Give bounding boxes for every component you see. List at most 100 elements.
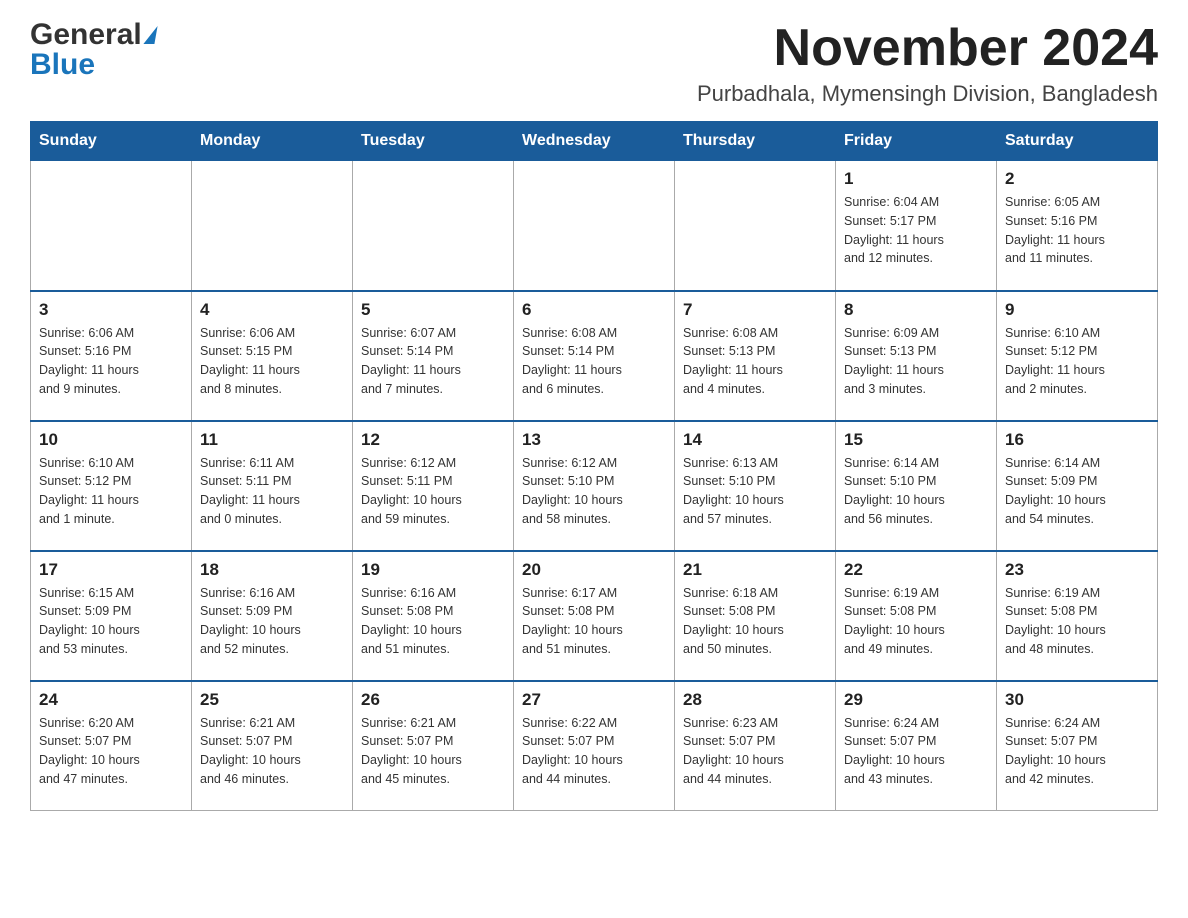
day-info: Sunrise: 6:20 AM Sunset: 5:07 PM Dayligh… [39, 714, 183, 789]
header: General Blue November 2024 Purbadhala, M… [30, 20, 1158, 107]
day-number: 24 [39, 690, 183, 710]
calendar-cell: 4Sunrise: 6:06 AM Sunset: 5:15 PM Daylig… [192, 291, 353, 421]
day-info: Sunrise: 6:07 AM Sunset: 5:14 PM Dayligh… [361, 324, 505, 399]
calendar-cell: 23Sunrise: 6:19 AM Sunset: 5:08 PM Dayli… [997, 551, 1158, 681]
day-info: Sunrise: 6:21 AM Sunset: 5:07 PM Dayligh… [361, 714, 505, 789]
day-info: Sunrise: 6:10 AM Sunset: 5:12 PM Dayligh… [39, 454, 183, 529]
calendar-cell: 5 Sunrise: 6:07 AM Sunset: 5:14 PM Daylig… [353, 291, 514, 421]
day-number: 8 [844, 300, 988, 320]
day-info: Sunrise: 6:08 AM Sunset: 5:14 PM Dayligh… [522, 324, 666, 399]
calendar-cell: 11 Sunrise: 6:11 AM Sunset: 5:11 PM Dayli… [192, 421, 353, 551]
calendar-cell: 13Sunrise: 6:12 AM Sunset: 5:10 PM Dayli… [514, 421, 675, 551]
weekday-header-wednesday: Wednesday [514, 122, 675, 161]
calendar-cell: 30 Sunrise: 6:24 AM Sunset: 5:07 PM Dayli… [997, 681, 1158, 811]
calendar-cell: 9 Sunrise: 6:10 AM Sunset: 5:12 PM Daylig… [997, 291, 1158, 421]
day-number: 7 [683, 300, 827, 320]
logo-arrow-icon [143, 26, 157, 44]
calendar-cell: 7Sunrise: 6:08 AM Sunset: 5:13 PM Daylig… [675, 291, 836, 421]
day-info: Sunrise: 6:12 AM Sunset: 5:11 PM Dayligh… [361, 454, 505, 529]
day-number: 2 [1005, 169, 1149, 189]
calendar-cell [192, 161, 353, 291]
day-number: 6 [522, 300, 666, 320]
calendar-cell: 14Sunrise: 6:13 AM Sunset: 5:10 PM Dayli… [675, 421, 836, 551]
calendar-cell: 8 Sunrise: 6:09 AM Sunset: 5:13 PM Daylig… [836, 291, 997, 421]
calendar-cell: 19 Sunrise: 6:16 AM Sunset: 5:08 PM Dayli… [353, 551, 514, 681]
day-number: 13 [522, 430, 666, 450]
day-number: 12 [361, 430, 505, 450]
day-number: 1 [844, 169, 988, 189]
day-number: 16 [1005, 430, 1149, 450]
weekday-header-tuesday: Tuesday [353, 122, 514, 161]
calendar-cell: 12 Sunrise: 6:12 AM Sunset: 5:11 PM Dayli… [353, 421, 514, 551]
day-info: Sunrise: 6:21 AM Sunset: 5:07 PM Dayligh… [200, 714, 344, 789]
day-number: 28 [683, 690, 827, 710]
day-number: 30 [1005, 690, 1149, 710]
day-number: 10 [39, 430, 183, 450]
day-number: 3 [39, 300, 183, 320]
day-number: 29 [844, 690, 988, 710]
weekday-header-sunday: Sunday [31, 122, 192, 161]
day-info: Sunrise: 6:23 AM Sunset: 5:07 PM Dayligh… [683, 714, 827, 789]
day-number: 18 [200, 560, 344, 580]
day-number: 20 [522, 560, 666, 580]
week-row-2: 3 Sunrise: 6:06 AM Sunset: 5:16 PM Daylig… [31, 291, 1158, 421]
calendar-cell: 15 Sunrise: 6:14 AM Sunset: 5:10 PM Dayli… [836, 421, 997, 551]
weekday-header-monday: Monday [192, 122, 353, 161]
logo-general-text: General [30, 20, 142, 50]
day-info: Sunrise: 6:04 AM Sunset: 5:17 PM Dayligh… [844, 193, 988, 268]
calendar-cell: 20Sunrise: 6:17 AM Sunset: 5:08 PM Dayli… [514, 551, 675, 681]
calendar-cell: 18 Sunrise: 6:16 AM Sunset: 5:09 PM Dayli… [192, 551, 353, 681]
calendar-cell: 6 Sunrise: 6:08 AM Sunset: 5:14 PM Daylig… [514, 291, 675, 421]
weekday-header-row: SundayMondayTuesdayWednesdayThursdayFrid… [31, 122, 1158, 161]
day-number: 5 [361, 300, 505, 320]
week-row-4: 17 Sunrise: 6:15 AM Sunset: 5:09 PM Dayli… [31, 551, 1158, 681]
day-info: Sunrise: 6:19 AM Sunset: 5:08 PM Dayligh… [844, 584, 988, 659]
day-number: 21 [683, 560, 827, 580]
day-number: 17 [39, 560, 183, 580]
calendar-cell: 1 Sunrise: 6:04 AM Sunset: 5:17 PM Daylig… [836, 161, 997, 291]
logo: General Blue [30, 20, 156, 80]
day-number: 15 [844, 430, 988, 450]
logo-blue-text: Blue [30, 50, 156, 80]
day-info: Sunrise: 6:24 AM Sunset: 5:07 PM Dayligh… [844, 714, 988, 789]
day-number: 11 [200, 430, 344, 450]
calendar-cell [514, 161, 675, 291]
day-number: 9 [1005, 300, 1149, 320]
day-info: Sunrise: 6:11 AM Sunset: 5:11 PM Dayligh… [200, 454, 344, 529]
day-info: Sunrise: 6:09 AM Sunset: 5:13 PM Dayligh… [844, 324, 988, 399]
day-number: 25 [200, 690, 344, 710]
title-area: November 2024 Purbadhala, Mymensingh Div… [697, 20, 1158, 107]
calendar-cell: 29 Sunrise: 6:24 AM Sunset: 5:07 PM Dayli… [836, 681, 997, 811]
calendar-cell: 25 Sunrise: 6:21 AM Sunset: 5:07 PM Dayli… [192, 681, 353, 811]
day-info: Sunrise: 6:14 AM Sunset: 5:09 PM Dayligh… [1005, 454, 1149, 529]
day-number: 22 [844, 560, 988, 580]
day-info: Sunrise: 6:24 AM Sunset: 5:07 PM Dayligh… [1005, 714, 1149, 789]
day-info: Sunrise: 6:06 AM Sunset: 5:16 PM Dayligh… [39, 324, 183, 399]
calendar-cell: 22 Sunrise: 6:19 AM Sunset: 5:08 PM Dayli… [836, 551, 997, 681]
calendar-cell [31, 161, 192, 291]
day-info: Sunrise: 6:10 AM Sunset: 5:12 PM Dayligh… [1005, 324, 1149, 399]
day-info: Sunrise: 6:22 AM Sunset: 5:07 PM Dayligh… [522, 714, 666, 789]
day-info: Sunrise: 6:15 AM Sunset: 5:09 PM Dayligh… [39, 584, 183, 659]
day-number: 23 [1005, 560, 1149, 580]
calendar-cell: 24 Sunrise: 6:20 AM Sunset: 5:07 PM Dayli… [31, 681, 192, 811]
weekday-header-friday: Friday [836, 122, 997, 161]
day-number: 19 [361, 560, 505, 580]
calendar-cell: 26 Sunrise: 6:21 AM Sunset: 5:07 PM Dayli… [353, 681, 514, 811]
day-number: 27 [522, 690, 666, 710]
calendar-title: November 2024 [697, 20, 1158, 77]
calendar-subtitle: Purbadhala, Mymensingh Division, Banglad… [697, 81, 1158, 107]
week-row-5: 24 Sunrise: 6:20 AM Sunset: 5:07 PM Dayli… [31, 681, 1158, 811]
calendar-cell: 2Sunrise: 6:05 AM Sunset: 5:16 PM Daylig… [997, 161, 1158, 291]
logo-general-line: General [30, 20, 156, 50]
day-info: Sunrise: 6:14 AM Sunset: 5:10 PM Dayligh… [844, 454, 988, 529]
day-number: 26 [361, 690, 505, 710]
calendar-cell: 16 Sunrise: 6:14 AM Sunset: 5:09 PM Dayli… [997, 421, 1158, 551]
day-info: Sunrise: 6:16 AM Sunset: 5:08 PM Dayligh… [361, 584, 505, 659]
calendar-cell: 28 Sunrise: 6:23 AM Sunset: 5:07 PM Dayli… [675, 681, 836, 811]
weekday-header-thursday: Thursday [675, 122, 836, 161]
day-info: Sunrise: 6:16 AM Sunset: 5:09 PM Dayligh… [200, 584, 344, 659]
day-info: Sunrise: 6:18 AM Sunset: 5:08 PM Dayligh… [683, 584, 827, 659]
day-number: 14 [683, 430, 827, 450]
week-row-3: 10 Sunrise: 6:10 AM Sunset: 5:12 PM Dayli… [31, 421, 1158, 551]
